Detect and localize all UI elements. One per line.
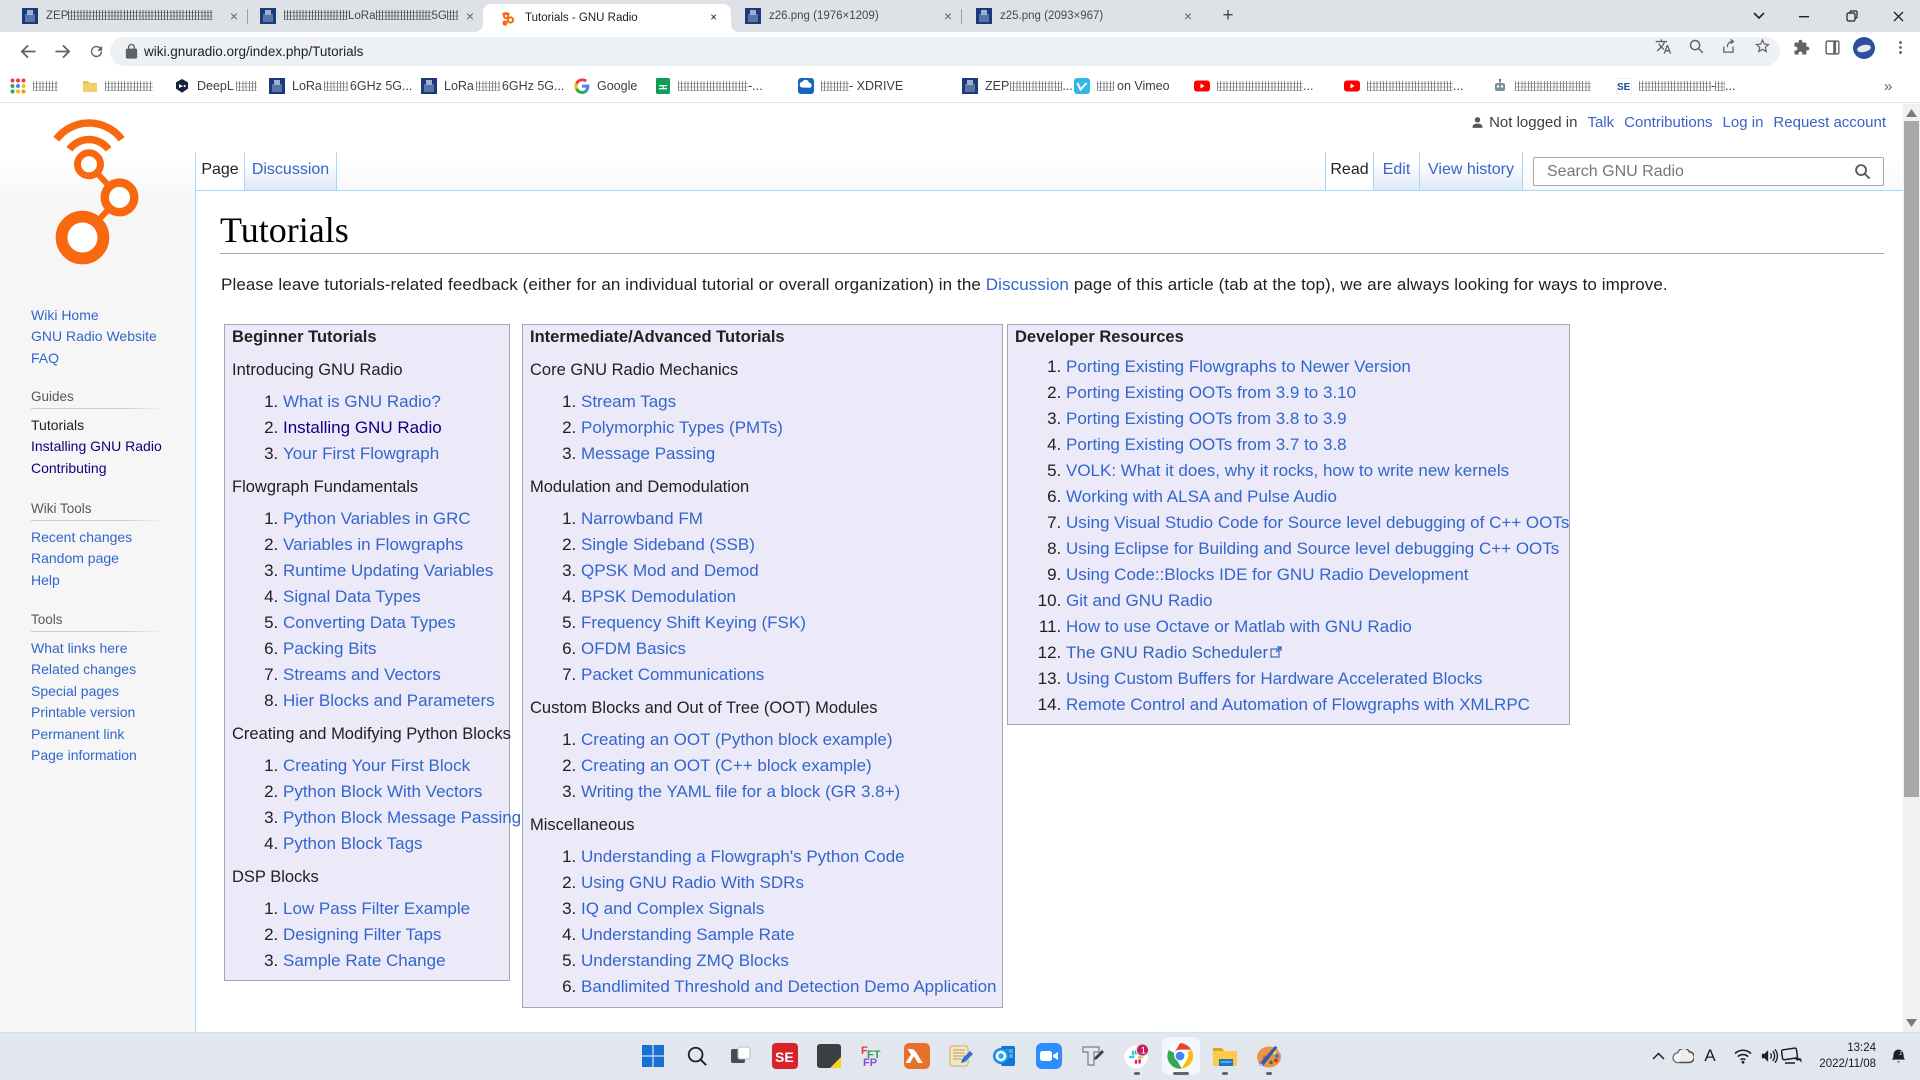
svg-text:SE: SE (1617, 82, 1631, 93)
svg-text:z: z (1899, 1049, 1902, 1056)
svg-text:SE: SE (775, 1049, 794, 1065)
svg-text:1: 1 (1141, 1045, 1146, 1056)
svg-text:FP: FP (863, 1057, 877, 1069)
